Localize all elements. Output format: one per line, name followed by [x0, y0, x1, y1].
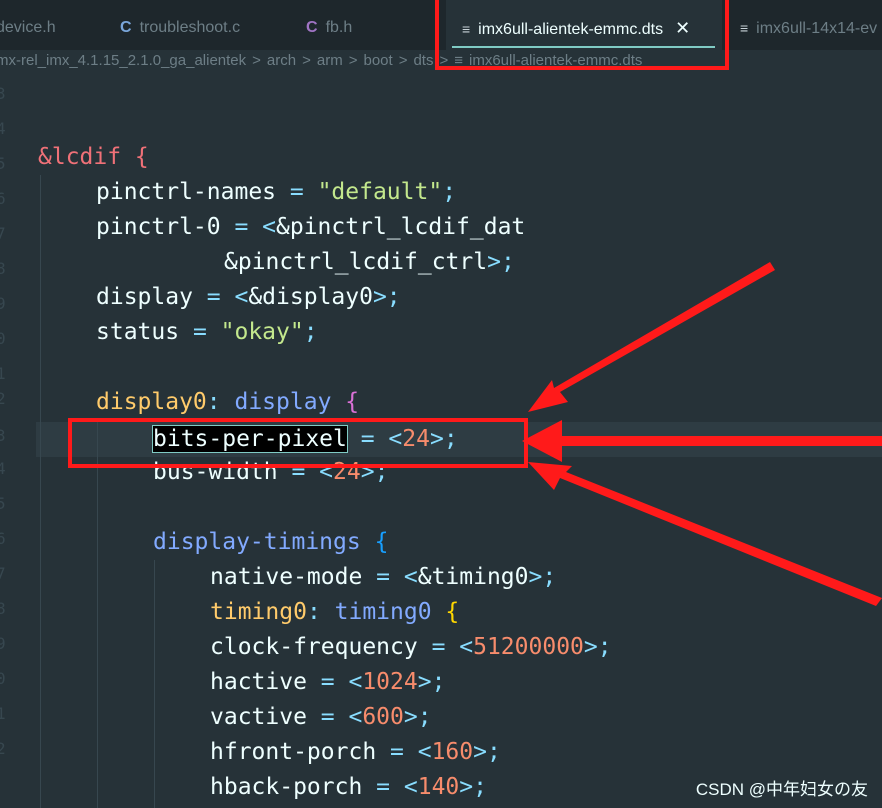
- annotation-arrows: [522, 262, 882, 606]
- arrow-middle: [522, 420, 882, 462]
- watermark: CSDN @中年妇女の友: [695, 780, 868, 799]
- arrow-upper: [528, 262, 775, 412]
- arrow-lower: [528, 462, 882, 606]
